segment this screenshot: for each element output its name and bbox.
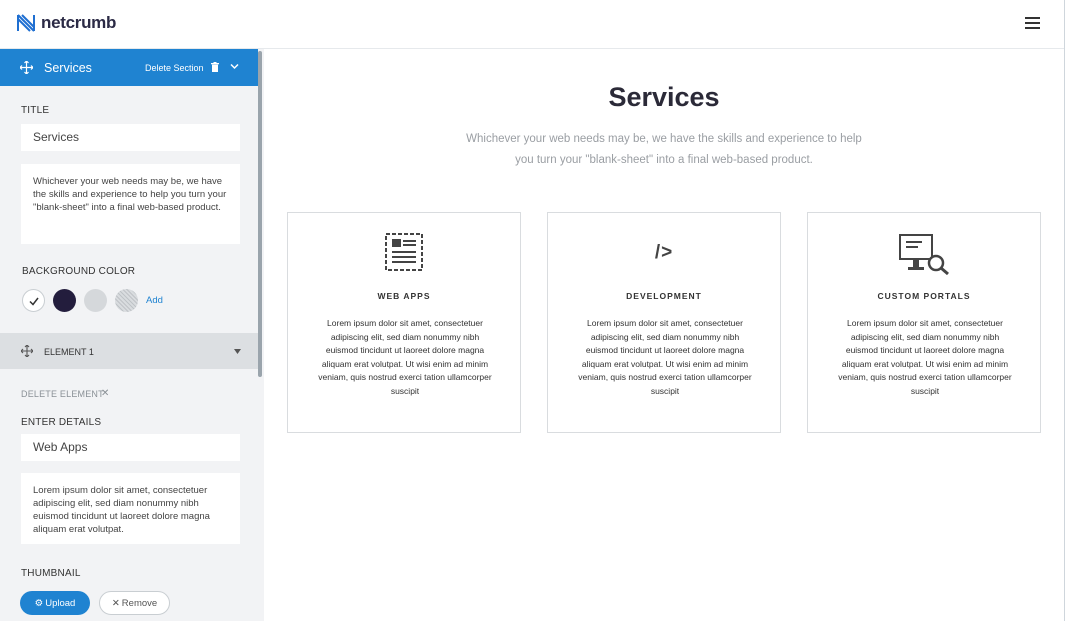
- service-card[interactable]: /> DEVELOPMENT Lorem ipsum dolor sit ame…: [547, 212, 781, 433]
- upload-label: Upload: [45, 597, 76, 609]
- section-header[interactable]: Services Delete Section: [0, 49, 258, 86]
- hamburger-menu-icon[interactable]: [1025, 17, 1040, 30]
- title-input[interactable]: Services: [21, 124, 240, 151]
- remove-button[interactable]: ✕ Remove: [99, 591, 170, 615]
- card-title: DEVELOPMENT: [626, 291, 702, 301]
- background-color-label: BACKGROUND COLOR: [22, 266, 136, 277]
- card-title: CUSTOM PORTALS: [877, 291, 971, 301]
- upload-button[interactable]: ⚙ Upload: [20, 591, 90, 615]
- move-icon[interactable]: [20, 61, 33, 74]
- element-title-input[interactable]: Web Apps: [21, 434, 240, 461]
- caret-down-icon[interactable]: [234, 349, 241, 354]
- chevron-down-icon[interactable]: [230, 63, 239, 70]
- card-text: Lorem ipsum dolor sit amet, consectetuer…: [838, 318, 1012, 396]
- gear-icon: ⚙: [34, 597, 44, 609]
- delete-element-button[interactable]: DELETE ELEMENT: [21, 389, 104, 399]
- brand-logo[interactable]: netcrumb: [16, 13, 116, 33]
- add-color-link[interactable]: Add: [146, 295, 163, 306]
- color-swatch-dark[interactable]: [53, 289, 76, 312]
- service-card[interactable]: CUSTOM PORTALS Lorem ipsum dolor sit ame…: [807, 212, 1041, 433]
- card-title: WEB APPS: [377, 291, 431, 301]
- color-swatch-light-gray[interactable]: [84, 289, 107, 312]
- remove-label: Remove: [121, 597, 158, 609]
- move-icon[interactable]: [21, 345, 33, 357]
- close-icon: ✕: [111, 597, 120, 609]
- close-icon[interactable]: ✕: [101, 388, 109, 399]
- page-subtitle: Whichever your web needs may be, we have…: [466, 133, 862, 166]
- netcrumb-logo-icon: [17, 14, 35, 32]
- enter-details-label: ENTER DETAILS: [21, 417, 102, 428]
- delete-section-button[interactable]: Delete Section: [145, 63, 204, 73]
- app-window: netcrumb Services Delete Section TITLE S…: [0, 0, 1065, 621]
- section-title: Services: [44, 61, 92, 75]
- color-swatch-pattern[interactable]: [115, 289, 138, 312]
- thumbnail-label: THUMBNAIL: [21, 568, 81, 579]
- code-icon: />: [654, 242, 674, 263]
- card-text: Lorem ipsum dolor sit amet, consectetuer…: [318, 318, 492, 396]
- checkmark-icon: [29, 297, 39, 306]
- browser-layout-icon: [385, 233, 423, 271]
- color-swatch-white[interactable]: [22, 289, 45, 312]
- description-textarea[interactable]: Whichever your web needs may be, we have…: [21, 164, 240, 244]
- title-label: TITLE: [21, 105, 50, 116]
- preview-canvas: Services Whichever your web needs may be…: [264, 49, 1064, 621]
- top-bar: netcrumb: [0, 0, 1064, 49]
- card-text: Lorem ipsum dolor sit amet, consectetuer…: [578, 318, 752, 396]
- element-description-textarea[interactable]: Lorem ipsum dolor sit amet, consectetuer…: [21, 473, 240, 544]
- monitor-search-icon: [899, 234, 949, 275]
- service-card[interactable]: WEB APPS Lorem ipsum dolor sit amet, con…: [287, 212, 521, 433]
- element-title: ELEMENT 1: [44, 347, 94, 357]
- sidebar-scrollbar[interactable]: [258, 51, 262, 377]
- element-header[interactable]: ELEMENT 1: [0, 333, 258, 369]
- page-title: Services: [608, 82, 720, 112]
- trash-icon[interactable]: [211, 62, 219, 72]
- brand-name: netcrumb: [41, 13, 117, 32]
- editor-sidebar: Services Delete Section TITLE Services W…: [0, 49, 264, 621]
